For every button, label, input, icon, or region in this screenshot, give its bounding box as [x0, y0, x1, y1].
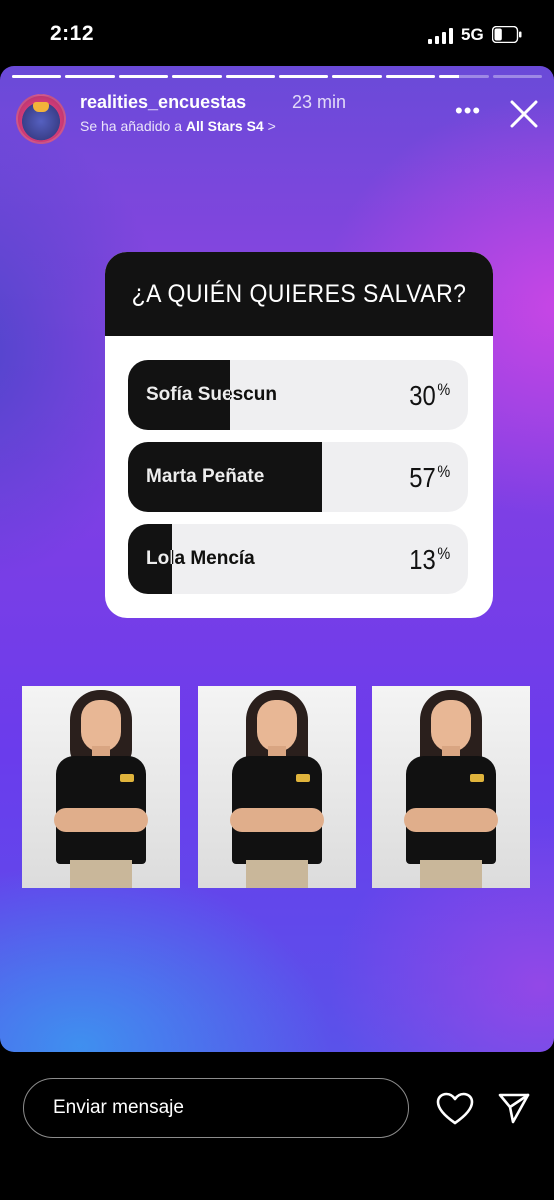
close-icon[interactable] — [506, 96, 542, 132]
send-icon[interactable] — [497, 1092, 531, 1124]
poll-header: ¿A QUIÉN QUIERES SALVAR? — [105, 252, 493, 336]
profile-avatar[interactable] — [16, 94, 66, 144]
contestant-photo — [198, 686, 356, 888]
contestant-photo — [22, 686, 180, 888]
poll-option[interactable]: Marta Peñate 57% — [128, 442, 468, 512]
highlight-name: All Stars S4 — [185, 118, 264, 134]
story-progress-segment — [118, 75, 169, 78]
poll-option-label: Lola Mencía — [146, 548, 255, 569]
more-horizontal-icon[interactable]: ••• — [455, 100, 481, 126]
poll-option-label: Sofía Suescun — [146, 384, 277, 405]
story-progress-segment — [492, 75, 543, 78]
message-placeholder: Enviar mensaje — [53, 1097, 184, 1118]
poll-option[interactable]: Sofía Suescun 30% — [128, 360, 468, 430]
signal-strength-icon — [428, 28, 453, 44]
story-time-ago: 23 min — [292, 92, 347, 112]
contestant-photo — [372, 686, 530, 888]
story-progress-bar — [12, 75, 543, 78]
poll-question: ¿A QUIÉN QUIERES SALVAR? — [131, 280, 467, 308]
story-progress-segment — [12, 75, 62, 78]
poll-option[interactable]: Lola Mencía 13% — [128, 524, 468, 594]
story-username[interactable]: realities_encuestas — [80, 92, 246, 113]
network-type: 5G — [461, 25, 484, 44]
story-progress-segment — [172, 75, 222, 78]
heart-icon[interactable] — [436, 1092, 474, 1126]
status-bar: 2:12 5G — [0, 0, 554, 66]
story-canvas[interactable]: realities_encuestas 23 min Se ha añadido… — [0, 66, 554, 1052]
story-progress-segment — [279, 75, 329, 78]
story-progress-segment — [225, 75, 276, 78]
story-progress-segment — [439, 75, 489, 78]
story-progress-segment — [332, 75, 382, 78]
status-time: 2:12 — [50, 22, 95, 45]
send-message-input[interactable]: Enviar mensaje — [23, 1078, 409, 1138]
poll-option-percent: 13% — [408, 544, 450, 575]
highlight-prefix: Se ha añadido a — [80, 118, 182, 134]
chevron-right-icon: > — [267, 118, 276, 134]
poll-option-percent: 30% — [408, 380, 450, 411]
story-progress-segment — [65, 75, 115, 78]
battery-icon — [492, 26, 522, 43]
poll-option-percent: 57% — [408, 462, 450, 493]
poll-sticker[interactable]: ¿A QUIÉN QUIERES SALVAR? Sofía Suescun 3… — [105, 252, 493, 618]
story-progress-segment — [385, 75, 436, 78]
poll-option-label: Marta Peñate — [146, 466, 265, 487]
highlight-link[interactable]: Se ha añadido a All Stars S4 > — [80, 118, 276, 134]
